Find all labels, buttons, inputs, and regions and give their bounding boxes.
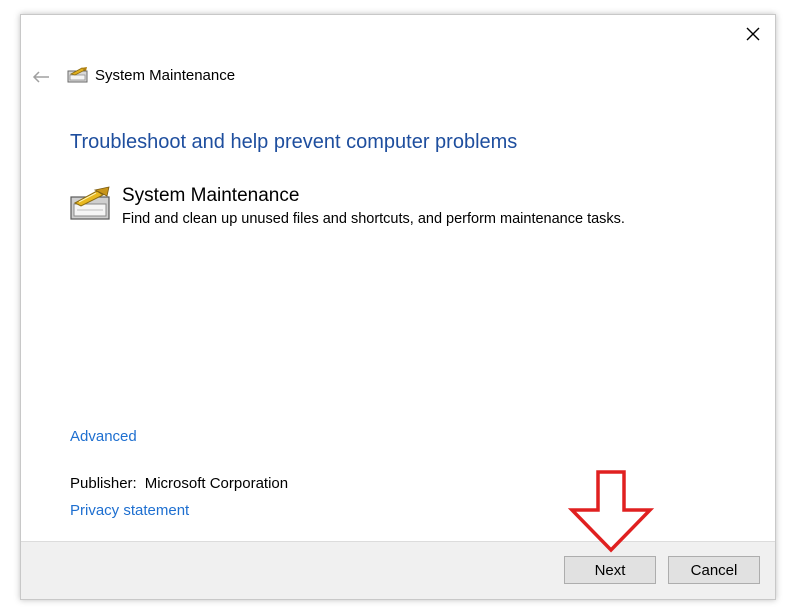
close-icon <box>746 27 760 41</box>
system-maintenance-icon <box>70 186 110 220</box>
publisher-value: Microsoft Corporation <box>144 475 289 492</box>
publisher-label: Publisher: <box>70 475 137 492</box>
page-heading: Troubleshoot and help prevent computer p… <box>70 131 518 153</box>
task-title: System Maintenance <box>122 185 300 206</box>
advanced-link[interactable]: Advanced <box>70 428 137 445</box>
troubleshooter-window: System Maintenance Troubleshoot and help… <box>20 14 776 600</box>
back-button[interactable] <box>29 67 53 87</box>
next-button[interactable]: Next <box>564 556 656 584</box>
window-title: System Maintenance <box>95 67 236 84</box>
back-arrow-icon <box>32 71 49 83</box>
red-down-arrow-icon <box>567 470 655 553</box>
publisher-line: Publisher: Microsoft Corporation <box>70 475 288 492</box>
cancel-button[interactable]: Cancel <box>668 556 760 584</box>
privacy-statement-link[interactable]: Privacy statement <box>70 502 189 519</box>
system-maintenance-small-icon <box>67 67 88 83</box>
close-button[interactable] <box>737 19 769 49</box>
dialog-footer: Next Cancel <box>21 541 775 599</box>
task-description: Find and clean up unused files and short… <box>122 211 625 227</box>
